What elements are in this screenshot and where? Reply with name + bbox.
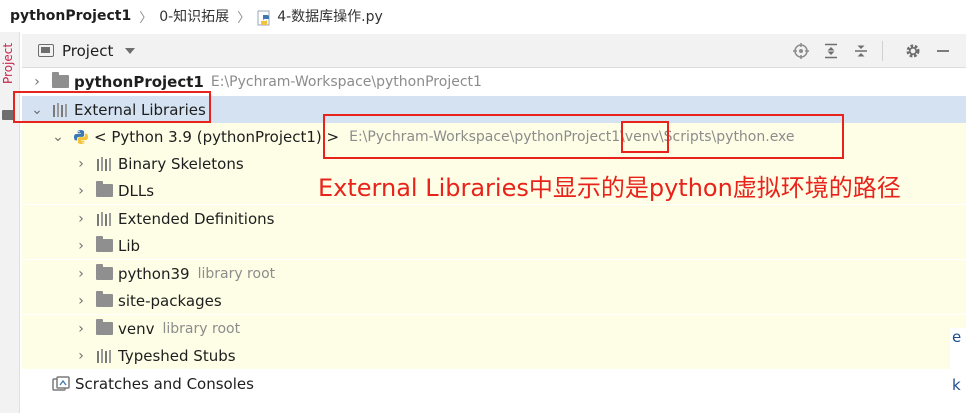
annotation-text: External Libraries中显示的是python虚拟环境的路径 bbox=[318, 174, 901, 202]
python-icon bbox=[74, 129, 88, 144]
project-tool-window-button[interactable]: Project bbox=[1, 36, 17, 86]
library-icon bbox=[96, 211, 113, 226]
chevron-right-icon[interactable]: › bbox=[74, 211, 88, 227]
chevron-right-icon[interactable]: › bbox=[74, 238, 88, 254]
folder-icon bbox=[96, 236, 113, 252]
clipped-char: k bbox=[952, 376, 961, 394]
locate-icon[interactable] bbox=[788, 38, 814, 64]
clipped-char: e bbox=[952, 328, 962, 346]
library-icon bbox=[96, 156, 113, 171]
python-file-icon bbox=[257, 10, 270, 26]
annotation-box-interpreter-path bbox=[323, 114, 844, 159]
chevron-right-icon[interactable]: › bbox=[30, 74, 44, 90]
chevron-down-icon[interactable]: ⌄ bbox=[51, 129, 65, 145]
chevron-right-icon[interactable]: › bbox=[74, 156, 88, 172]
tree-item-label: Binary Skeletons bbox=[118, 154, 244, 173]
chevron-right-icon[interactable]: › bbox=[74, 183, 88, 199]
project-tool-window-label: Project bbox=[1, 42, 15, 84]
library-root-note: library root bbox=[162, 320, 241, 337]
breadcrumb-project[interactable]: pythonProject1 bbox=[10, 8, 131, 24]
project-path: E:\Pychram-Workspace\pythonProject1 bbox=[210, 73, 482, 90]
breadcrumb-separator-icon: 〉 bbox=[237, 10, 251, 26]
python-interpreter-label: < Python 3.9 (pythonProject1) > bbox=[94, 127, 340, 146]
tree-item-label: Extended Definitions bbox=[118, 209, 275, 228]
annotation-box-venv bbox=[621, 121, 669, 153]
panel-title: Project bbox=[62, 41, 114, 60]
folder-icon bbox=[96, 319, 113, 335]
tree-item-label: DLLs bbox=[118, 181, 155, 200]
folder-icon bbox=[52, 72, 69, 88]
tree-item-label: site-packages bbox=[118, 291, 222, 310]
scratches-icon bbox=[52, 375, 70, 391]
project-window-icon bbox=[38, 44, 54, 57]
expand-all-icon[interactable] bbox=[818, 38, 844, 64]
scratches-label: Scratches and Consoles bbox=[75, 374, 254, 393]
breadcrumb-folder[interactable]: 0-知识拓展 bbox=[159, 6, 229, 26]
tree-row-folder[interactable]: › site-packages bbox=[22, 287, 966, 314]
tree-item-label: python39 bbox=[118, 264, 190, 283]
folder-icon bbox=[96, 264, 113, 280]
chevron-right-icon[interactable]: › bbox=[74, 293, 88, 309]
toolbar-divider bbox=[882, 41, 896, 61]
folder-icon bbox=[96, 181, 113, 197]
tree-row-library[interactable]: › Extended Definitions bbox=[22, 205, 966, 232]
breadcrumb-file[interactable]: 4-数据库操作.py bbox=[277, 6, 383, 26]
gear-icon[interactable] bbox=[900, 38, 926, 64]
breadcrumb: pythonProject1 〉 0-知识拓展 〉 4-数据库操作.py bbox=[0, 0, 966, 32]
project-name: pythonProject1 bbox=[74, 72, 204, 91]
tree-item-label: venv bbox=[118, 319, 155, 338]
tree-row-folder[interactable]: › venv library root bbox=[22, 315, 966, 342]
chevron-down-icon bbox=[125, 47, 136, 54]
minimize-icon[interactable] bbox=[930, 38, 956, 64]
tree-row-folder[interactable]: › Lib bbox=[22, 232, 966, 259]
project-panel-header: Project bbox=[22, 34, 966, 68]
breadcrumb-separator-icon: 〉 bbox=[139, 10, 153, 26]
chevron-right-icon[interactable]: › bbox=[74, 348, 88, 364]
folder-icon bbox=[96, 291, 113, 307]
chevron-right-icon[interactable]: › bbox=[74, 321, 88, 337]
library-icon bbox=[96, 348, 113, 363]
left-tool-strip: Project bbox=[0, 32, 20, 413]
chevron-right-icon[interactable]: › bbox=[74, 266, 88, 282]
annotation-box-external-libraries bbox=[13, 91, 211, 123]
clipped-editor-edge: e k bbox=[950, 328, 966, 413]
library-root-note: library root bbox=[197, 265, 276, 282]
panel-toolbar bbox=[784, 34, 956, 68]
tree-row-scratches[interactable]: Scratches and Consoles bbox=[22, 370, 966, 397]
project-view-selector[interactable]: Project bbox=[22, 34, 136, 67]
collapse-all-icon[interactable] bbox=[848, 38, 874, 64]
tree-item-label: Typeshed Stubs bbox=[118, 346, 236, 365]
tree-row-folder[interactable]: › python39 library root bbox=[22, 260, 966, 287]
tree-item-label: Lib bbox=[118, 236, 141, 255]
tree-row-library[interactable]: › Typeshed Stubs bbox=[22, 342, 966, 369]
